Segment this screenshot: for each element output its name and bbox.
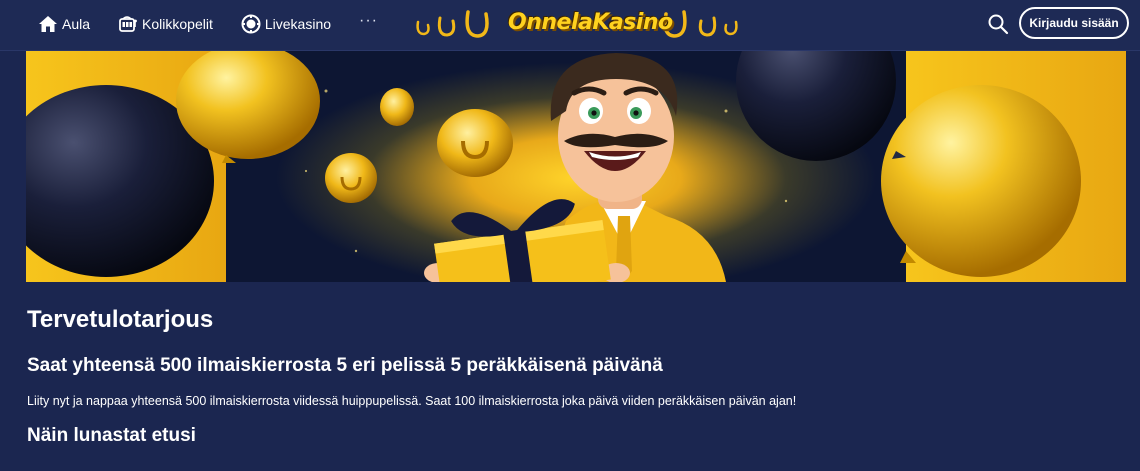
nav-item-label: Kolikkopelit — [142, 16, 213, 32]
search-icon[interactable] — [986, 12, 1010, 36]
onnelakasino-logo[interactable]: OnnelaKasino — [412, 4, 742, 44]
top-navigation-bar: Aula Kolikkopelit Livekasino ··· OnnelaK… — [0, 0, 1140, 51]
offer-description: Liity nyt ja nappaa yhteensä 500 ilmaisk… — [27, 394, 797, 408]
nav-item-label: Aula — [62, 16, 91, 32]
main-nav: Aula Kolikkopelit Livekasino ··· — [38, 0, 378, 48]
nav-item-aula[interactable]: Aula — [38, 14, 90, 34]
welcome-offer-section: Tervetulotarjous Saat yhteensä 500 ilmai… — [27, 306, 1117, 448]
hero-banner — [26, 51, 1126, 282]
more-icon[interactable]: ··· — [359, 12, 378, 30]
slot-machine-icon — [118, 14, 138, 34]
offer-subtitle: Saat yhteensä 500 ilmaiskierrosta 5 eri … — [27, 355, 663, 376]
home-icon — [38, 14, 58, 34]
nav-item-livekasino[interactable]: Livekasino — [241, 14, 331, 34]
hero-illustration — [26, 51, 1126, 282]
casino-chip-icon — [241, 14, 261, 34]
nav-item-kolikkopelit[interactable]: Kolikkopelit — [118, 14, 213, 34]
login-button[interactable]: Kirjaudu sisään — [1019, 7, 1129, 39]
nav-item-label: Livekasino — [264, 16, 332, 32]
logo-text: OnnelaKasino — [508, 10, 673, 35]
page-title: Tervetulotarjous — [27, 306, 214, 333]
how-to-claim-heading: Näin lunastat etusi — [27, 425, 196, 446]
